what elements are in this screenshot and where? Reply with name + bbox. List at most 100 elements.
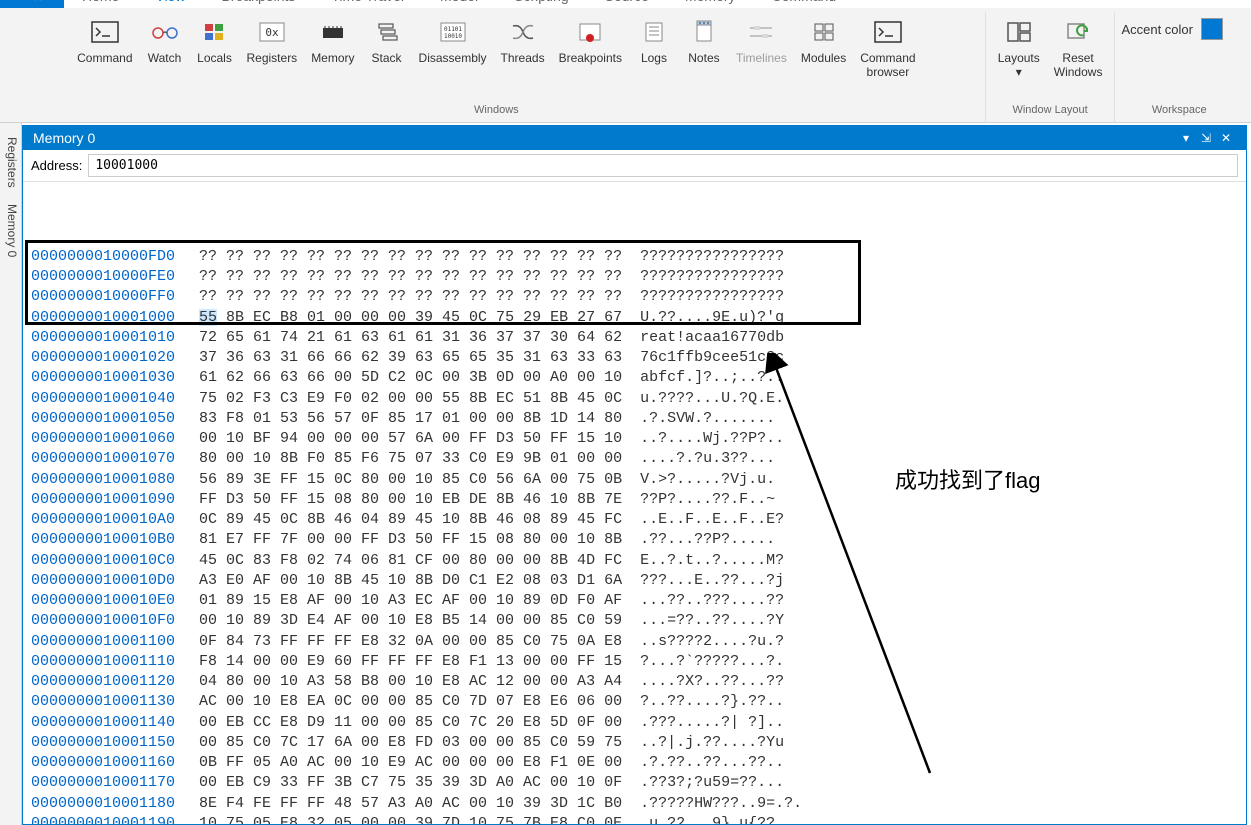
side-tab-memory[interactable]: Memory 0	[0, 196, 21, 265]
hex-bytes[interactable]: AC 00 10 E8 EA 0C 00 00 85 C0 7D 07 E8 E…	[199, 692, 622, 712]
hex-bytes[interactable]: ?? ?? ?? ?? ?? ?? ?? ?? ?? ?? ?? ?? ?? ?…	[199, 267, 622, 287]
hex-bytes[interactable]: 61 62 66 63 66 00 5D C2 0C 00 3B 0D 00 A…	[199, 368, 622, 388]
hex-address[interactable]: 0000000010001020	[31, 348, 191, 368]
stack-button[interactable]: Stack	[363, 12, 411, 70]
hex-row[interactable]: 0000000010001110 F8 14 00 00 E9 60 FF FF …	[31, 652, 1246, 672]
hex-address[interactable]: 0000000010000FE0	[31, 267, 191, 287]
hex-address[interactable]: 0000000010001160	[31, 753, 191, 773]
notes-button[interactable]: Notes	[680, 12, 728, 70]
accent-color-swatch[interactable]	[1201, 18, 1223, 40]
hex-bytes[interactable]: FF D3 50 FF 15 08 80 00 10 EB DE 8B 46 1…	[199, 490, 622, 510]
hex-address[interactable]: 0000000010001090	[31, 490, 191, 510]
locals-button[interactable]: Locals	[191, 12, 239, 70]
hex-bytes[interactable]: 0C 89 45 0C 8B 46 04 89 45 10 8B 46 08 8…	[199, 510, 622, 530]
registers-button[interactable]: 0x Registers	[241, 12, 304, 70]
timelines-button[interactable]: Timelines	[730, 12, 793, 70]
logs-button[interactable]: Logs	[630, 12, 678, 70]
hex-row[interactable]: 0000000010001010 72 65 61 74 21 61 63 61 …	[31, 328, 1246, 348]
hex-bytes[interactable]: 00 85 C0 7C 17 6A 00 E8 FD 03 00 00 85 C…	[199, 733, 622, 753]
hex-address[interactable]: 0000000010001040	[31, 389, 191, 409]
hex-row[interactable]: 00000000100010D0A3 E0 AF 00 10 8B 45 10 …	[31, 571, 1246, 591]
address-input[interactable]	[88, 154, 1238, 177]
hex-row[interactable]: 00000000100011808E F4 FE FF FF 48 57 A3 …	[31, 794, 1246, 814]
hex-bytes[interactable]: A3 E0 AF 00 10 8B 45 10 8B D0 C1 E2 08 0…	[199, 571, 622, 591]
tab-model[interactable]: Model	[422, 0, 496, 8]
hex-address[interactable]: 0000000010001190	[31, 814, 191, 824]
modules-button[interactable]: Modules	[795, 12, 852, 70]
hex-bytes[interactable]: 00 10 89 3D E4 AF 00 10 E8 B5 14 00 00 8…	[199, 611, 622, 631]
hex-row[interactable]: 0000000010000FE0 ?? ?? ?? ?? ?? ?? ?? ?? …	[31, 267, 1246, 287]
hex-address[interactable]: 00000000100010A0	[31, 510, 191, 530]
hex-address[interactable]: 0000000010001140	[31, 713, 191, 733]
hex-address[interactable]: 0000000010001010	[31, 328, 191, 348]
hex-row[interactable]: 000000001000103061 62 66 63 66 00 5D C2 …	[31, 368, 1246, 388]
hex-bytes[interactable]: 00 10 BF 94 00 00 00 57 6A 00 FF D3 50 F…	[199, 429, 622, 449]
threads-button[interactable]: Threads	[495, 12, 551, 70]
hex-bytes[interactable]: 00 EB CC E8 D9 11 00 00 85 C0 7C 20 E8 5…	[199, 713, 622, 733]
hex-row[interactable]: 0000000010001020 37 36 63 31 66 66 62 39 …	[31, 348, 1246, 368]
hex-row[interactable]: 0000000010001090 FF D3 50 FF 15 08 80 00 …	[31, 490, 1246, 510]
hex-row[interactable]: 0000000010001050 83 F8 01 53 56 57 0F 85 …	[31, 409, 1246, 429]
hex-row[interactable]: 0000000010001120 04 80 00 10 A3 58 B8 00 …	[31, 672, 1246, 692]
hex-address[interactable]: 0000000010001170	[31, 773, 191, 793]
hex-address[interactable]: 0000000010001110	[31, 652, 191, 672]
hex-address[interactable]: 0000000010001100	[31, 632, 191, 652]
hex-bytes[interactable]: ?? ?? ?? ?? ?? ?? ?? ?? ?? ?? ?? ?? ?? ?…	[199, 247, 622, 267]
hex-row[interactable]: 000000001000106000 10 BF 94 00 00 00 57 …	[31, 429, 1246, 449]
hex-address[interactable]: 0000000010000FD0	[31, 247, 191, 267]
hex-bytes[interactable]: ?? ?? ?? ?? ?? ?? ?? ?? ?? ?? ?? ?? ?? ?…	[199, 287, 622, 307]
hex-address[interactable]: 00000000100010C0	[31, 551, 191, 571]
dropdown-icon[interactable]: ▾	[1176, 131, 1196, 145]
hex-row[interactable]: 0000000010001040 75 02 F3 C3 E9 F0 02 00 …	[31, 389, 1246, 409]
reset-windows-button[interactable]: Reset Windows	[1048, 12, 1109, 84]
hex-bytes[interactable]: 55 8B EC B8 01 00 00 00 39 45 0C 75 29 E…	[199, 308, 622, 328]
hex-bytes[interactable]: 8E F4 FE FF FF 48 57 A3 A0 AC 00 10 39 3…	[199, 794, 622, 814]
layouts-button[interactable]: Layouts▾	[992, 12, 1046, 84]
hex-bytes[interactable]: 0F 84 73 FF FF FF E8 32 0A 00 00 85 C0 7…	[199, 632, 622, 652]
hex-row[interactable]: 00000000100010C045 0C 83 F8 02 74 06 81 …	[31, 551, 1246, 571]
hex-dump[interactable]: 0000000010000FD0 ?? ?? ?? ?? ?? ?? ?? ?? …	[23, 182, 1246, 824]
hex-bytes[interactable]: 56 89 3E FF 15 0C 80 00 10 85 C0 56 6A 0…	[199, 470, 622, 490]
hex-row[interactable]: 0000000010001100 0F 84 73 FF FF FF E8 32 …	[31, 632, 1246, 652]
hex-bytes[interactable]: 83 F8 01 53 56 57 0F 85 17 01 00 00 8B 1…	[199, 409, 622, 429]
hex-address[interactable]: 00000000100010E0	[31, 591, 191, 611]
hex-address[interactable]: 00000000100010F0	[31, 611, 191, 631]
watch-button[interactable]: Watch	[141, 12, 189, 70]
command-button[interactable]: Command	[71, 12, 138, 70]
hex-row[interactable]: 0000000010001130 AC 00 10 E8 EA 0C 00 00 …	[31, 692, 1246, 712]
hex-row[interactable]: 00000000100010E0 01 89 15 E8 AF 00 10 A3 …	[31, 591, 1246, 611]
hex-bytes[interactable]: 80 00 10 8B F0 85 F6 75 07 33 C0 E9 9B 0…	[199, 449, 622, 469]
tab-home[interactable]: Home	[64, 0, 137, 8]
hex-row[interactable]: 0000000010001000 55 8B EC B8 01 00 00 00 …	[31, 308, 1246, 328]
hex-row[interactable]: 0000000010000FF0?? ?? ?? ?? ?? ?? ?? ?? …	[31, 287, 1246, 307]
tab-command[interactable]: Command	[754, 0, 855, 8]
breakpoints-button[interactable]: Breakpoints	[553, 12, 628, 70]
hex-address[interactable]: 0000000010001080	[31, 470, 191, 490]
hex-row[interactable]: 00000000100010A0 0C 89 45 0C 8B 46 04 89 …	[31, 510, 1246, 530]
close-icon[interactable]: ✕	[1216, 131, 1236, 145]
hex-bytes[interactable]: 37 36 63 31 66 66 62 39 63 65 65 35 31 6…	[199, 348, 622, 368]
hex-bytes[interactable]: 81 E7 FF 7F 00 00 FF D3 50 FF 15 08 80 0…	[199, 530, 622, 550]
hex-address[interactable]: 0000000010001120	[31, 672, 191, 692]
hex-bytes[interactable]: 0B FF 05 A0 AC 00 10 E9 AC 00 00 00 E8 F…	[199, 753, 622, 773]
tab-timetravel[interactable]: Time Travel	[313, 0, 422, 8]
hex-bytes[interactable]: 72 65 61 74 21 61 63 61 61 31 36 37 37 3…	[199, 328, 622, 348]
hex-address[interactable]: 0000000010001130	[31, 692, 191, 712]
hex-address[interactable]: 0000000010001050	[31, 409, 191, 429]
hex-bytes[interactable]: 00 EB C9 33 FF 3B C7 75 35 39 3D A0 AC 0…	[199, 773, 622, 793]
hex-row[interactable]: 00000000100010F0 00 10 89 3D E4 AF 00 10 …	[31, 611, 1246, 631]
tab-memory[interactable]: Memory	[667, 0, 754, 8]
tab-breakpoints[interactable]: Breakpoints	[203, 0, 313, 8]
hex-bytes[interactable]: 75 02 F3 C3 E9 F0 02 00 00 55 8B EC 51 8…	[199, 389, 622, 409]
hex-row[interactable]: 0000000010001160 0B FF 05 A0 AC 00 10 E9 …	[31, 753, 1246, 773]
hex-row[interactable]: 000000001000119010 75 05 E8 32 05 00 00 …	[31, 814, 1246, 824]
hex-row[interactable]: 0000000010001080 56 89 3E FF 15 0C 80 00 …	[31, 470, 1246, 490]
hex-row[interactable]: 0000000010001140 00 EB CC E8 D9 11 00 00 …	[31, 713, 1246, 733]
tab-view[interactable]: View	[137, 0, 203, 8]
hex-row[interactable]: 0000000010000FD0 ?? ?? ?? ?? ?? ?? ?? ?? …	[31, 247, 1246, 267]
hex-bytes[interactable]: 04 80 00 10 A3 58 B8 00 10 E8 AC 12 00 0…	[199, 672, 622, 692]
memory-button[interactable]: Memory	[305, 12, 360, 70]
hex-bytes[interactable]: 01 89 15 E8 AF 00 10 A3 EC AF 00 10 89 0…	[199, 591, 622, 611]
hex-address[interactable]: 0000000010001000	[31, 308, 191, 328]
hex-bytes[interactable]: F8 14 00 00 E9 60 FF FF FF E8 F1 13 00 0…	[199, 652, 622, 672]
